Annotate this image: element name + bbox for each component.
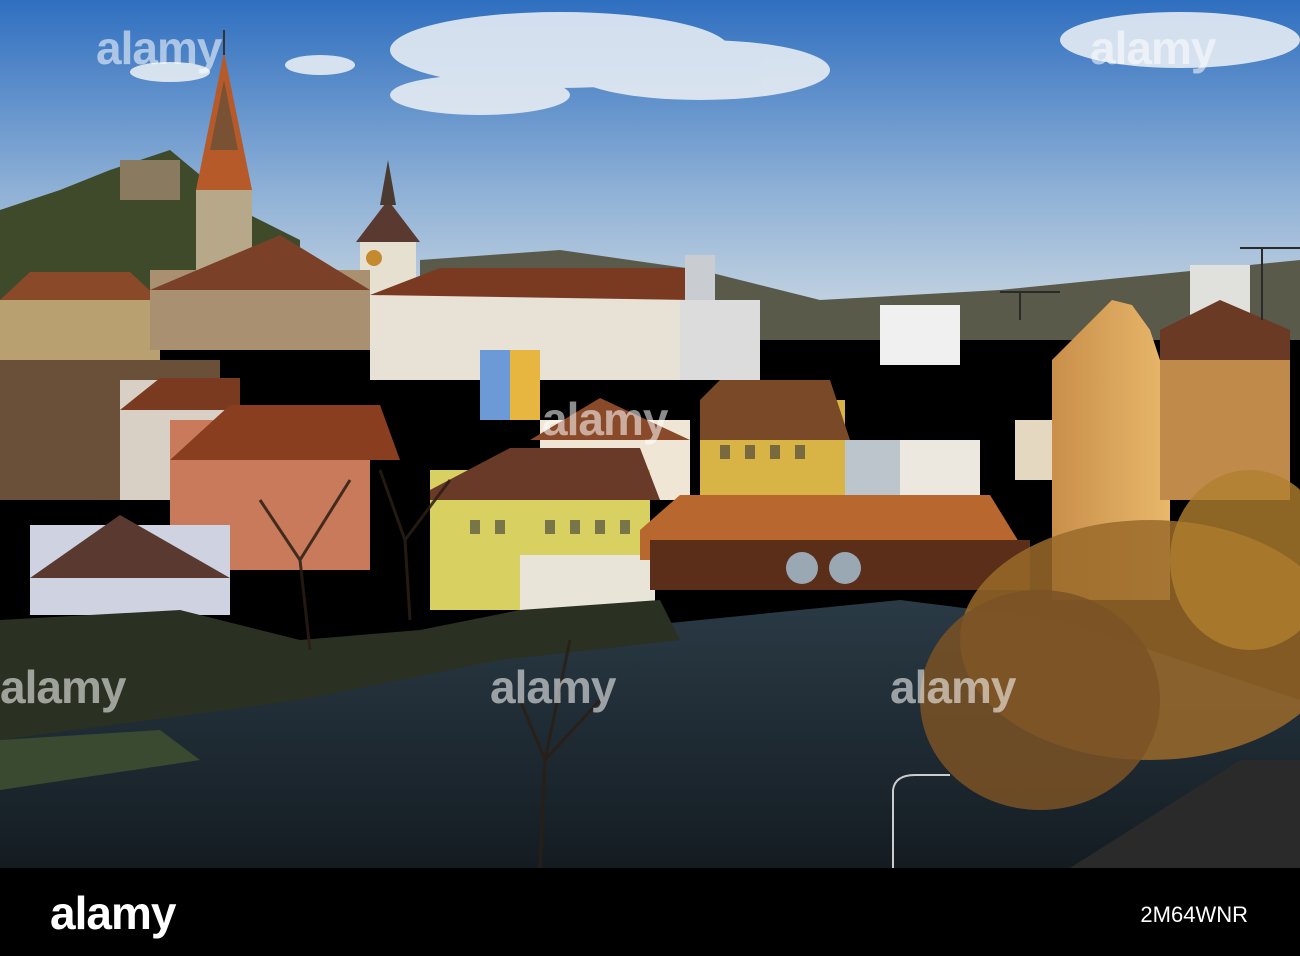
watermark-text: alamy xyxy=(542,393,668,445)
watermark-text: alamy xyxy=(0,661,126,713)
watermark-text: alamy xyxy=(890,661,1016,713)
watermark-text: alamy xyxy=(96,22,222,74)
alamy-logo: alamy xyxy=(50,887,176,939)
image-code: 2M64WNR xyxy=(1140,902,1248,927)
castle-ruin xyxy=(120,160,180,200)
covered-bridge xyxy=(640,495,1030,590)
footer-bar: alamy 2M64WNR xyxy=(0,868,1300,956)
watermark-text: alamy xyxy=(490,661,616,713)
watermark-text: alamy xyxy=(1090,22,1216,74)
photo-baden-old-town: alamy alamy alamy alamy alamy alamy xyxy=(0,0,1300,868)
